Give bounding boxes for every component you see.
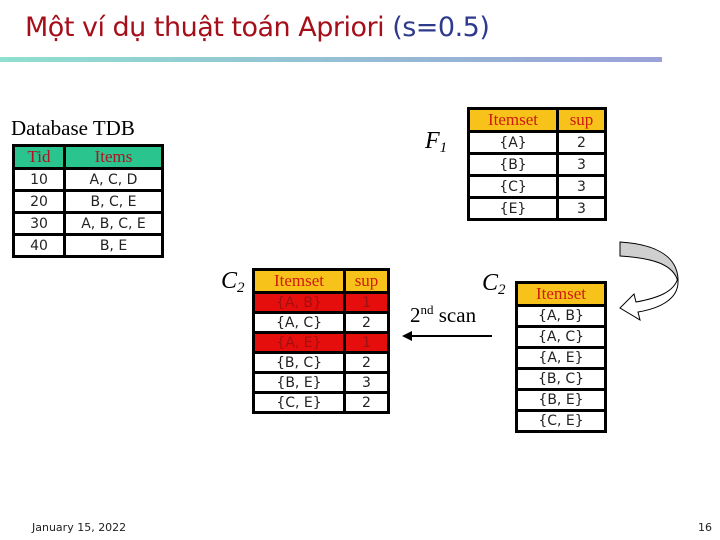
items-cell: B, C, E bbox=[63, 189, 164, 214]
table-row: 30 A, B, C, E bbox=[12, 211, 164, 236]
tid-cell: 30 bbox=[12, 211, 66, 236]
table-row: {A, C} bbox=[515, 325, 607, 349]
tdb-header-row: Tid Items bbox=[12, 144, 164, 170]
itemset-cell: {A, B} bbox=[515, 304, 607, 328]
table-row: 20 B, C, E bbox=[12, 189, 164, 214]
itemset-cell: {C, E} bbox=[515, 409, 607, 433]
f1-header-row: Itemset sup bbox=[467, 107, 607, 133]
itemset-cell: {B} bbox=[467, 152, 559, 177]
tdb-header-items: Items bbox=[63, 144, 164, 170]
c2-candidates-header-row: Itemset bbox=[515, 281, 607, 307]
table-row: {C, E} 2 bbox=[252, 391, 390, 414]
c2-cand-label-var: C bbox=[482, 270, 499, 296]
sup-cell: 2 bbox=[343, 391, 390, 414]
table-row: {A, B} bbox=[515, 304, 607, 328]
c2-header-sup: sup bbox=[343, 268, 390, 294]
f1-label-var: F bbox=[425, 128, 440, 154]
slide-title-param: (s=0.5) bbox=[392, 12, 490, 43]
tdb-label: Database TDB bbox=[11, 116, 135, 140]
sup-cell: 3 bbox=[556, 174, 607, 199]
c2-cand-label-sub: 2 bbox=[498, 282, 506, 298]
table-row: {A} 2 bbox=[467, 130, 607, 155]
c2-candidates-table: Itemset {A, B} {A, C} {A, E} {B, C} {B, … bbox=[515, 281, 607, 433]
scan-ordinal-suffix: nd bbox=[420, 302, 434, 317]
itemset-cell: {C} bbox=[467, 174, 559, 199]
c2-label-sub: 2 bbox=[237, 280, 245, 296]
table-row: {E} 3 bbox=[467, 196, 607, 221]
table-row: {B, E} bbox=[515, 388, 607, 412]
c2-counted-table: Itemset sup {A, B} 1 {A, C} 2 {A, E} 1 {… bbox=[252, 268, 390, 414]
items-cell: B, E bbox=[63, 233, 164, 258]
c2-candidates-label: C2 bbox=[482, 270, 506, 299]
c2-counted-label: C2 bbox=[221, 268, 245, 297]
page-number: 16 bbox=[698, 521, 712, 534]
f1-label-sub: 1 bbox=[439, 140, 448, 156]
title-divider bbox=[0, 57, 662, 62]
tid-cell: 40 bbox=[12, 233, 66, 258]
c2-cand-header-itemset: Itemset bbox=[515, 281, 607, 307]
table-row: 40 B, E bbox=[12, 233, 164, 258]
table-row: {B, E} 3 bbox=[252, 371, 390, 394]
curved-arrow-icon bbox=[619, 241, 679, 322]
table-row: {A, B} 1 bbox=[252, 291, 390, 314]
itemset-cell: {A, E} bbox=[515, 346, 607, 370]
c2-label-var: C bbox=[221, 268, 238, 294]
itemset-cell: {A, E} bbox=[252, 331, 346, 354]
sup-cell: 1 bbox=[343, 291, 390, 314]
sup-cell: 2 bbox=[556, 130, 607, 155]
tdb-header-tid: Tid bbox=[12, 144, 66, 170]
itemset-cell: {B, C} bbox=[252, 351, 346, 374]
tid-cell: 20 bbox=[12, 189, 66, 214]
tdb-table: Tid Items 10 A, C, D 20 B, C, E 30 A, B,… bbox=[12, 144, 164, 258]
table-row: {C} 3 bbox=[467, 174, 607, 199]
itemset-cell: {B, C} bbox=[515, 367, 607, 391]
table-row: {B, C} 2 bbox=[252, 351, 390, 374]
itemset-cell: {E} bbox=[467, 196, 559, 221]
table-row: {C, E} bbox=[515, 409, 607, 433]
scan-word: scan bbox=[438, 303, 477, 327]
f1-table: Itemset sup {A} 2 {B} 3 {C} 3 {E} 3 bbox=[467, 107, 607, 221]
left-arrow-head-icon bbox=[402, 331, 412, 341]
f1-header-itemset: Itemset bbox=[467, 107, 559, 133]
sup-cell: 1 bbox=[343, 331, 390, 354]
sup-cell: 2 bbox=[343, 351, 390, 374]
slide-title-main: Một ví dụ thuật toán Apriori bbox=[25, 12, 385, 43]
itemset-cell: {A, C} bbox=[515, 325, 607, 349]
itemset-cell: {B, E} bbox=[515, 388, 607, 412]
sup-cell: 3 bbox=[556, 196, 607, 221]
table-row: {B, C} bbox=[515, 367, 607, 391]
itemset-cell: {B, E} bbox=[252, 371, 346, 394]
sup-cell: 3 bbox=[556, 152, 607, 177]
scan-ordinal: 2 bbox=[410, 303, 421, 327]
tid-cell: 10 bbox=[12, 167, 66, 192]
itemset-cell: {A, B} bbox=[252, 291, 346, 314]
table-row: 10 A, C, D bbox=[12, 167, 164, 192]
itemset-cell: {C, E} bbox=[252, 391, 346, 414]
f1-header-sup: sup bbox=[556, 107, 607, 133]
c2-header-itemset: Itemset bbox=[252, 268, 346, 294]
table-row: {B} 3 bbox=[467, 152, 607, 177]
table-row: {A, E} 1 bbox=[252, 331, 390, 354]
left-arrow-icon bbox=[410, 335, 492, 337]
items-cell: A, C, D bbox=[63, 167, 164, 192]
scan-label: 2nd scan bbox=[410, 302, 476, 328]
itemset-cell: {A} bbox=[467, 130, 559, 155]
itemset-cell: {A, C} bbox=[252, 311, 346, 334]
slide-title: Một ví dụ thuật toán Apriori (s=0.5) bbox=[25, 12, 490, 43]
items-cell: A, B, C, E bbox=[63, 211, 164, 236]
c2-counted-header-row: Itemset sup bbox=[252, 268, 390, 294]
sup-cell: 2 bbox=[343, 311, 390, 334]
table-row: {A, C} 2 bbox=[252, 311, 390, 334]
f1-label: F1 bbox=[425, 128, 447, 157]
sup-cell: 3 bbox=[343, 371, 390, 394]
footer-date: January 15, 2022 bbox=[32, 521, 127, 534]
table-row: {A, E} bbox=[515, 346, 607, 370]
